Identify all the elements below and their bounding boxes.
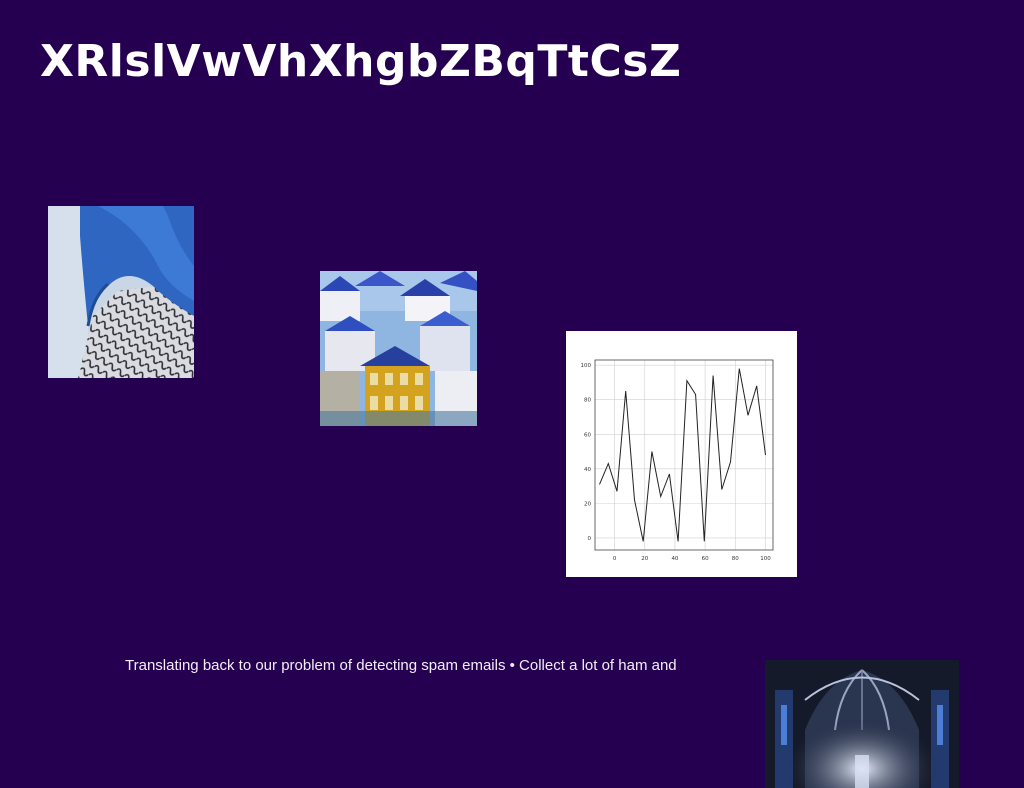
chart-x-tick-label: 100	[760, 556, 771, 562]
slide-body-text: Translating back to our problem of detec…	[125, 657, 677, 674]
chart-y-tick-label: 40	[584, 467, 591, 473]
slide: XRlslVwVhXhgbZBqTtCsZ 0 20 40 60 80 100 …	[0, 0, 1024, 788]
slide-title: XRlslVwVhXhgbZBqTtCsZ	[40, 36, 682, 87]
scarf-photo	[48, 206, 194, 378]
line-chart: 0 20 40 60 80 100 0 20 40 60 80 100	[581, 359, 774, 562]
chart-y-tick-label: 80	[584, 398, 591, 404]
chart-x-tick-label: 0	[613, 556, 617, 562]
chart-y-tick-label: 0	[588, 536, 592, 542]
cathedral-photo	[765, 660, 959, 788]
chart-grid	[595, 360, 773, 550]
chart-plot-frame	[594, 359, 774, 551]
chart-x-tick-label: 60	[702, 556, 709, 562]
rooftops-photo	[320, 271, 477, 426]
line-chart-image: 0 20 40 60 80 100 0 20 40 60 80 100	[566, 331, 797, 577]
chart-x-tick-label: 20	[641, 556, 648, 562]
chart-series-line	[599, 368, 766, 542]
chart-x-tick-label: 40	[671, 556, 678, 562]
chart-x-tick-label: 80	[732, 556, 739, 562]
chart-y-tick-label: 20	[584, 501, 591, 507]
chart-y-tick-label: 60	[584, 432, 591, 438]
chart-y-tick-label: 100	[581, 363, 592, 369]
chart-x-ticks: 0 20 40 60 80 100	[613, 556, 771, 562]
chart-y-ticks: 0 20 40 60 80 100	[581, 363, 592, 542]
